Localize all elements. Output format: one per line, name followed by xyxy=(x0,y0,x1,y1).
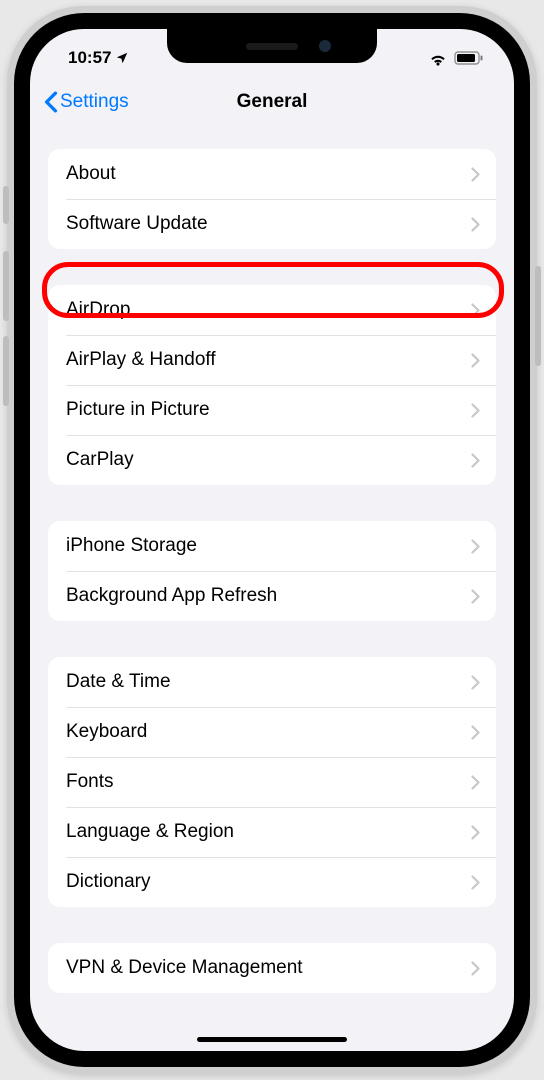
navigation-bar: Settings General xyxy=(30,77,514,127)
row-software-update[interactable]: Software Update xyxy=(48,199,496,249)
row-label: AirDrop xyxy=(66,299,130,321)
screen: 10:57 xyxy=(30,29,514,1051)
mute-switch xyxy=(3,186,9,224)
chevron-right-icon xyxy=(471,403,480,418)
row-label: Software Update xyxy=(66,213,208,235)
row-iphone-storage[interactable]: iPhone Storage xyxy=(48,521,496,571)
row-date-time[interactable]: Date & Time xyxy=(48,657,496,707)
chevron-left-icon xyxy=(44,91,58,113)
chevron-right-icon xyxy=(471,875,480,890)
chevron-right-icon xyxy=(471,725,480,740)
chevron-right-icon xyxy=(471,961,480,976)
row-label: Fonts xyxy=(66,771,114,793)
front-camera xyxy=(319,40,331,52)
home-indicator[interactable] xyxy=(197,1037,347,1042)
row-airplay-handoff[interactable]: AirPlay & Handoff xyxy=(48,335,496,385)
row-label: Language & Region xyxy=(66,821,234,843)
row-label: CarPlay xyxy=(66,449,134,471)
volume-up-button xyxy=(3,251,9,321)
row-fonts[interactable]: Fonts xyxy=(48,757,496,807)
row-carplay[interactable]: CarPlay xyxy=(48,435,496,485)
wifi-icon xyxy=(428,51,448,66)
chevron-right-icon xyxy=(471,825,480,840)
phone-bezel: 10:57 xyxy=(14,13,530,1067)
status-time: 10:57 xyxy=(68,48,111,68)
row-background-app-refresh[interactable]: Background App Refresh xyxy=(48,571,496,621)
row-vpn-device-management[interactable]: VPN & Device Management xyxy=(48,943,496,993)
chevron-right-icon xyxy=(471,353,480,368)
page-title: General xyxy=(237,91,308,113)
row-about[interactable]: About xyxy=(48,149,496,199)
row-label: iPhone Storage xyxy=(66,535,197,557)
phone-frame: 10:57 xyxy=(7,6,537,1074)
location-arrow-icon xyxy=(115,51,129,65)
chevron-right-icon xyxy=(471,303,480,318)
back-label: Settings xyxy=(60,91,129,113)
settings-content: About Software Update AirDrop xyxy=(30,127,514,993)
chevron-right-icon xyxy=(471,167,480,182)
row-picture-in-picture[interactable]: Picture in Picture xyxy=(48,385,496,435)
settings-group-3: Date & Time Keyboard Fonts Language & Re… xyxy=(48,657,496,907)
chevron-right-icon xyxy=(471,453,480,468)
row-label: Keyboard xyxy=(66,721,147,743)
row-label: About xyxy=(66,163,116,185)
row-label: AirPlay & Handoff xyxy=(66,349,216,371)
row-label: Dictionary xyxy=(66,871,150,893)
row-label: VPN & Device Management xyxy=(66,957,303,979)
chevron-right-icon xyxy=(471,775,480,790)
chevron-right-icon xyxy=(471,675,480,690)
volume-down-button xyxy=(3,336,9,406)
row-keyboard[interactable]: Keyboard xyxy=(48,707,496,757)
chevron-right-icon xyxy=(471,217,480,232)
settings-group-1: AirDrop AirPlay & Handoff Picture in Pic… xyxy=(48,285,496,485)
row-label: Date & Time xyxy=(66,671,171,693)
chevron-right-icon xyxy=(471,539,480,554)
back-button[interactable]: Settings xyxy=(44,91,129,113)
row-label: Picture in Picture xyxy=(66,399,210,421)
settings-group-2: iPhone Storage Background App Refresh xyxy=(48,521,496,621)
settings-group-4: VPN & Device Management xyxy=(48,943,496,993)
notch xyxy=(167,29,377,63)
chevron-right-icon xyxy=(471,589,480,604)
battery-icon xyxy=(454,51,484,65)
side-button xyxy=(535,266,541,366)
settings-group-0: About Software Update xyxy=(48,149,496,249)
speaker-grille xyxy=(246,43,298,50)
row-airdrop[interactable]: AirDrop xyxy=(48,285,496,335)
row-label: Background App Refresh xyxy=(66,585,277,607)
row-language-region[interactable]: Language & Region xyxy=(48,807,496,857)
row-dictionary[interactable]: Dictionary xyxy=(48,857,496,907)
